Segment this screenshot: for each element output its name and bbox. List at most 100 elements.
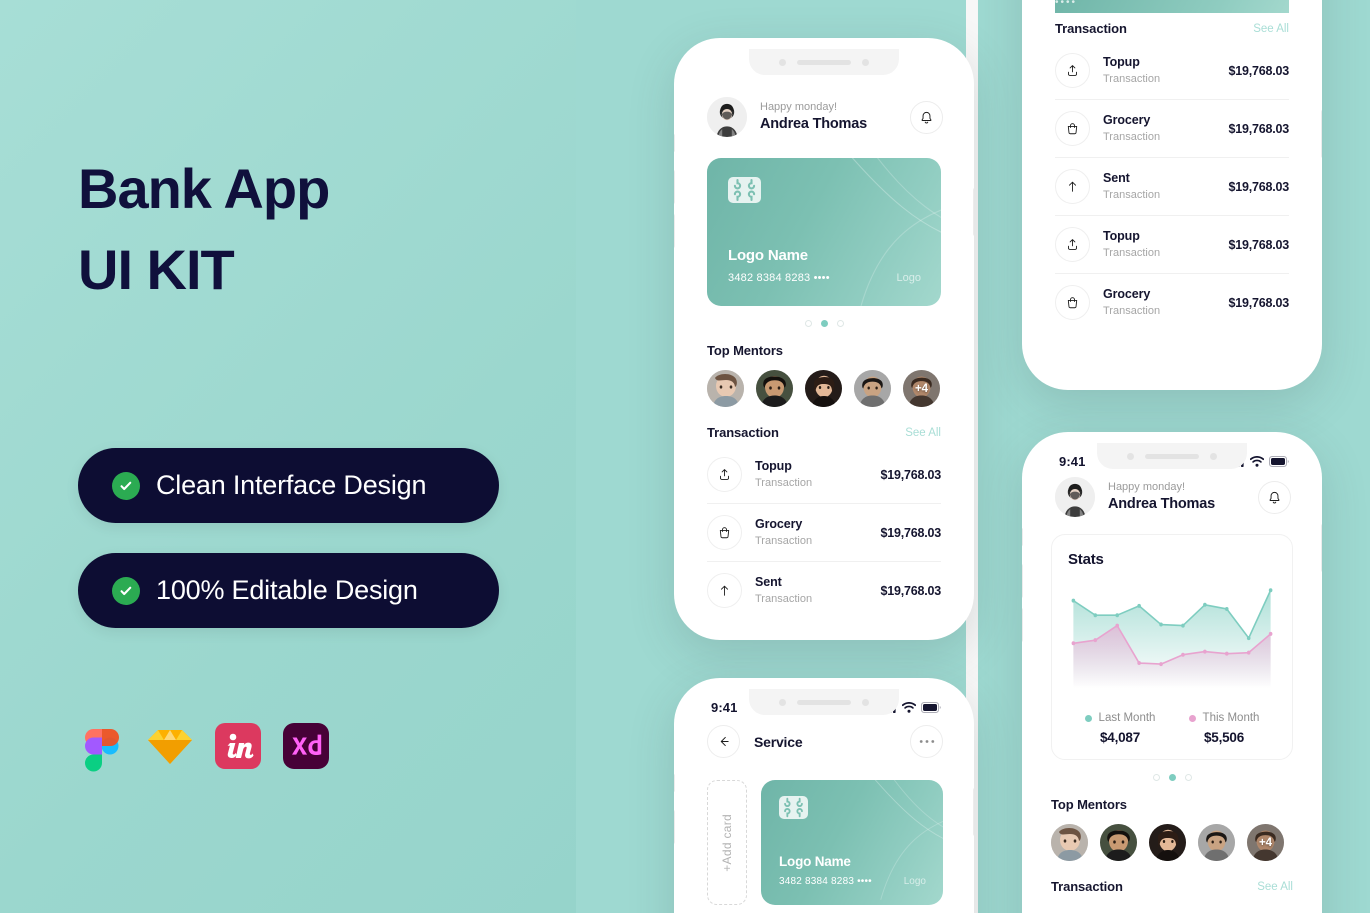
hero-heading: Bank App UI KIT xyxy=(78,148,548,310)
table-row[interactable]: Topup Transaction $19,768.03 xyxy=(1055,216,1289,274)
table-row[interactable]: Grocery Transaction $19,768.03 xyxy=(1055,100,1289,158)
mentor-avatar-overflow[interactable]: +4 xyxy=(903,370,940,407)
table-row[interactable]: Grocery Transaction $19,768.03 xyxy=(707,504,941,562)
carousel-dot-2-active[interactable] xyxy=(820,320,828,327)
hero-title-line2: UI KIT xyxy=(78,238,235,302)
legend-item-this-month: This Month $5,506 xyxy=(1172,712,1276,745)
chart-point xyxy=(1246,636,1251,641)
credit-card[interactable]: Logo Name 3482 8384 8283 •••• Logo xyxy=(761,780,943,905)
card-number: 3482 8384 8283 •••• xyxy=(728,272,830,284)
transaction-see-all-link[interactable]: See All xyxy=(1253,23,1289,35)
mentor-overflow-count: +4 xyxy=(914,382,929,395)
phone-notch xyxy=(749,689,899,715)
carousel-dot-1[interactable] xyxy=(1152,774,1160,781)
bell-icon[interactable] xyxy=(1258,480,1291,514)
transaction-subtitle-cell: Transaction xyxy=(1103,246,1161,259)
transaction-amount-cell: $19,768.03 xyxy=(1228,295,1289,310)
avatar[interactable] xyxy=(1055,477,1095,517)
transaction-see-all-link[interactable]: See All xyxy=(905,427,941,439)
mentor-avatar-4[interactable] xyxy=(1198,824,1235,861)
stats-card: Stats Last Month $4,087 This Month $5,50… xyxy=(1051,534,1293,760)
ellipsis-icon[interactable] xyxy=(910,725,943,758)
chart-point xyxy=(1181,623,1185,628)
phone-notch xyxy=(1097,443,1247,469)
mentor-avatar-2[interactable] xyxy=(756,370,793,407)
chart-point xyxy=(1203,602,1207,607)
mentor-avatar-1[interactable] xyxy=(1051,824,1088,861)
mentor-avatar-4[interactable] xyxy=(854,370,891,407)
transaction-see-all-link[interactable]: See All xyxy=(1257,881,1293,893)
table-row[interactable]: Topup Transaction $19,768.03 xyxy=(1055,42,1289,100)
table-row[interactable]: Grocery Transaction $19,768.03 xyxy=(1055,274,1289,331)
legend-dot-this-month xyxy=(1188,714,1196,722)
mentor-avatar-overflow[interactable]: +4 xyxy=(1247,824,1284,861)
transaction-title-cell: Topup xyxy=(1103,229,1140,244)
transaction-amount-cell: $19,768.03 xyxy=(1228,237,1289,252)
chart-point xyxy=(1159,622,1163,627)
figma-logo xyxy=(85,729,119,772)
mentor-avatar-2[interactable] xyxy=(1100,824,1137,861)
add-card-button[interactable]: +Add card xyxy=(707,780,747,905)
sketch-logo xyxy=(148,730,192,764)
table-row[interactable]: Topup Transaction $19,768.03 xyxy=(707,446,941,504)
stats-carousel-dots[interactable] xyxy=(1033,774,1311,781)
transaction-title-cell: Sent xyxy=(755,575,782,590)
chart-point xyxy=(1093,638,1098,643)
chart-point xyxy=(1268,631,1273,636)
phone-side-button-power xyxy=(973,788,974,836)
chart-point xyxy=(1093,613,1098,618)
transaction-amount-cell: $19,768.03 xyxy=(880,525,941,540)
mentor-avatar-1[interactable] xyxy=(707,370,744,407)
phone-side-button-volume-down xyxy=(1022,608,1023,642)
phone-side-button-power xyxy=(973,188,974,236)
carousel-dot-1[interactable] xyxy=(804,320,812,327)
legend-label-last-month: Last Month xyxy=(1098,712,1156,724)
mentor-avatar-3[interactable] xyxy=(1149,824,1186,861)
stats-app-header: Happy monday! Andrea Thomas xyxy=(1033,473,1311,517)
feature-badge-clean-interface[interactable]: Clean Interface Design xyxy=(78,448,499,523)
card-dots-partial: •••• xyxy=(1055,0,1078,8)
battery-icon xyxy=(921,702,941,713)
chart-point xyxy=(1268,588,1273,593)
carousel-dot-2-active[interactable] xyxy=(1168,774,1176,781)
status-bar-time: 9:41 xyxy=(1059,454,1086,469)
chart-point xyxy=(1071,641,1076,646)
transaction-title-cell: Grocery xyxy=(1103,113,1151,128)
feature-badge-editable[interactable]: 100% Editable Design xyxy=(78,553,499,628)
sent-icon xyxy=(707,573,742,608)
arrow-left-icon[interactable] xyxy=(707,725,740,758)
chart-point xyxy=(1115,623,1120,628)
table-row[interactable]: Sent Transaction $19,768.03 xyxy=(1055,158,1289,216)
card-strip-partial xyxy=(1055,0,1289,13)
phone-screen-home: Happy monday! Andrea Thomas Logo Name 34… xyxy=(685,49,963,629)
phone-side-button-mute xyxy=(674,774,675,792)
screenshot-canvas: Bank App UI KIT Clean Interface Design 1… xyxy=(0,0,1370,913)
carousel-dot-3[interactable] xyxy=(1184,774,1192,781)
chart-point xyxy=(1181,652,1185,657)
transaction-section-header: Transaction See All xyxy=(1055,21,1289,36)
transaction-title-cell: Grocery xyxy=(755,517,803,532)
service-card-row: +Add card Logo Name 3482 8384 8283 •••• … xyxy=(685,780,963,905)
transaction-subtitle-cell: Transaction xyxy=(755,476,813,489)
card-logo-name: Logo Name xyxy=(728,247,808,264)
bell-icon[interactable] xyxy=(910,100,943,134)
adobe-xd-logo xyxy=(283,723,329,769)
phone-service-screen: 9:41 Service +Add card Logo Name 3482 83… xyxy=(674,678,974,913)
transaction-title: Transaction xyxy=(1051,879,1123,894)
transaction-title: Transaction xyxy=(707,425,779,440)
legend-value-last-month: $4,087 xyxy=(1099,730,1141,745)
sensor-dot-icon xyxy=(862,58,869,66)
wifi-icon xyxy=(1250,456,1264,467)
mentor-avatar-3[interactable] xyxy=(805,370,842,407)
avatar[interactable] xyxy=(707,97,747,137)
carousel-dot-3[interactable] xyxy=(836,320,844,327)
grocery-icon xyxy=(1055,285,1090,320)
table-row[interactable]: Sent Transaction $19,768.03 xyxy=(707,562,941,619)
credit-card[interactable]: Logo Name 3482 8384 8283 •••• Logo xyxy=(707,158,941,306)
stats-legend: Last Month $4,087 This Month $5,506 xyxy=(1068,712,1276,745)
card-carousel-dots[interactable] xyxy=(685,320,963,327)
topup-icon xyxy=(1055,53,1090,88)
user-name: Andrea Thomas xyxy=(760,116,867,133)
grocery-icon xyxy=(1055,111,1090,146)
transaction-amount-cell: $19,768.03 xyxy=(1228,63,1289,78)
